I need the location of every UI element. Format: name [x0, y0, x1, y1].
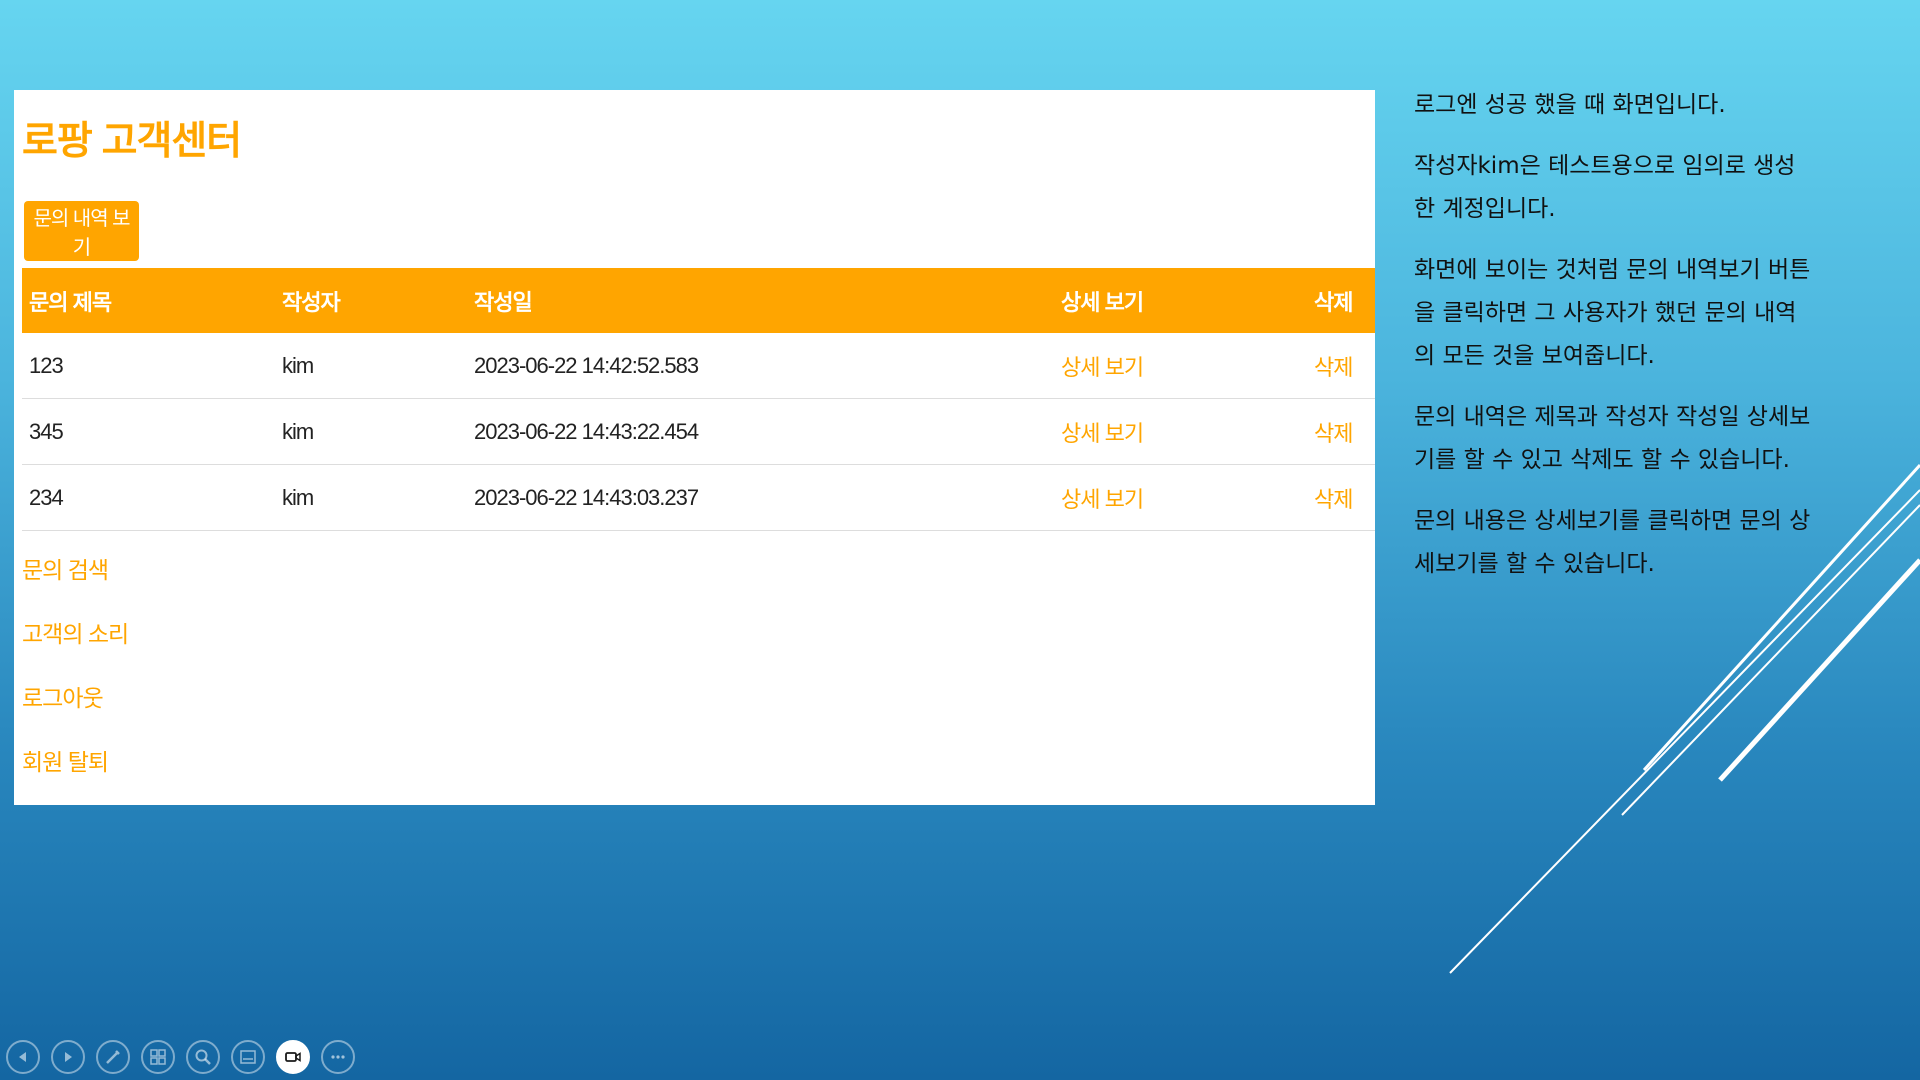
- note-paragraph: 작성자kim은 테스트용으로 임의로 생성한 계정입니다.: [1414, 153, 1796, 222]
- header-delete: 삭제: [1314, 289, 1353, 315]
- header-date: 작성일: [474, 289, 533, 315]
- row-date: 2023-06-22 14:43:22.454: [467, 398, 1054, 465]
- delete-link[interactable]: 삭제: [1314, 355, 1353, 380]
- row-author: kim: [275, 464, 467, 531]
- row-title: 123: [22, 333, 275, 399]
- withdraw-link[interactable]: 회원 탈퇴: [22, 742, 128, 806]
- table-row: 345 kim 2023-06-22 14:43:22.454 상세 보기 삭제: [22, 398, 1375, 465]
- header-author: 작성자: [282, 289, 341, 315]
- subtitles-icon[interactable]: [231, 1040, 265, 1074]
- row-date: 2023-06-22 14:42:52.583: [467, 333, 1054, 399]
- view-inquiries-button[interactable]: 문의 내역 보기: [24, 201, 139, 261]
- slide-notes: 로그엔 성공 했을 때 화면입니다. 작성자kim은 테스트용으로 임의로 생성…: [1414, 84, 1814, 604]
- note-paragraph: 문의 내역은 제목과 작성자 작성일 상세보기를 할 수 있고 삭제도 할 수 …: [1414, 404, 1811, 473]
- camera-icon[interactable]: [276, 1040, 310, 1074]
- delete-link[interactable]: 삭제: [1314, 421, 1353, 446]
- detail-link[interactable]: 상세 보기: [1061, 487, 1144, 512]
- more-options-icon[interactable]: [321, 1040, 355, 1074]
- detail-link[interactable]: 상세 보기: [1061, 355, 1144, 380]
- inquiry-search-link[interactable]: 문의 검색: [22, 550, 128, 614]
- slides-grid-icon[interactable]: [141, 1040, 175, 1074]
- row-title: 234: [22, 464, 275, 531]
- table-header-row: 문의 제목 작성자 작성일 상세 보기 삭제: [22, 268, 1375, 333]
- logout-link[interactable]: 로그아웃: [22, 678, 128, 742]
- row-author: kim: [275, 398, 467, 465]
- zoom-icon[interactable]: [186, 1040, 220, 1074]
- row-author: kim: [275, 333, 467, 399]
- inquiry-table: 문의 제목 작성자 작성일 상세 보기 삭제 123 kim 2023-06-2…: [22, 268, 1375, 531]
- header-title: 문의 제목: [29, 289, 112, 315]
- row-title: 345: [22, 398, 275, 465]
- customer-voice-link[interactable]: 고객의 소리: [22, 614, 129, 678]
- header-detail: 상세 보기: [1061, 289, 1144, 315]
- delete-link[interactable]: 삭제: [1314, 487, 1353, 512]
- website-screenshot: 로팡 고객센터 문의 내역 보기 문의 제목 작성자 작성일 상세 보기 삭제 …: [14, 90, 1375, 805]
- next-slide-icon[interactable]: [51, 1040, 85, 1074]
- table-row: 123 kim 2023-06-22 14:42:52.583 상세 보기 삭제: [22, 333, 1375, 399]
- note-paragraph: 로그엔 성공 했을 때 화면입니다.: [1414, 92, 1726, 118]
- previous-slide-icon[interactable]: [6, 1040, 40, 1074]
- site-title: 로팡 고객센터: [22, 120, 242, 163]
- presentation-toolbar: [6, 1040, 355, 1074]
- nav-links: 문의 검색 고객의 소리 로그아웃 회원 탈퇴: [22, 550, 129, 806]
- row-date: 2023-06-22 14:43:03.237: [467, 464, 1054, 531]
- table-row: 234 kim 2023-06-22 14:43:03.237 상세 보기 삭제: [22, 464, 1375, 531]
- detail-link[interactable]: 상세 보기: [1061, 421, 1144, 446]
- note-paragraph: 화면에 보이는 것처럼 문의 내역보기 버튼을 클릭하면 그 사용자가 했던 문…: [1414, 257, 1811, 369]
- note-paragraph: 문의 내용은 상세보기를 클릭하면 문의 상세보기를 할 수 있습니다.: [1414, 508, 1811, 577]
- pen-icon[interactable]: [96, 1040, 130, 1074]
